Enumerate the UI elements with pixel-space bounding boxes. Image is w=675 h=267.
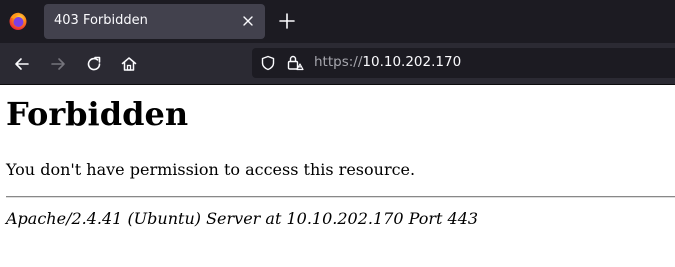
reload-button[interactable]: [81, 51, 107, 77]
close-icon[interactable]: [240, 13, 256, 29]
plus-icon[interactable]: [277, 11, 297, 31]
server-signature: Apache/2.4.41 (Ubuntu) Server at 10.10.2…: [6, 209, 479, 228]
forward-button[interactable]: [45, 51, 71, 77]
tab-title: 403 Forbidden: [54, 13, 148, 28]
navigation-toolbar: https://10.10.202.170: [0, 43, 675, 84]
address-bar[interactable]: https://10.10.202.170: [252, 48, 675, 78]
page-title: Forbidden: [6, 95, 189, 133]
home-icon: [121, 57, 137, 71]
shield-icon[interactable]: [260, 55, 276, 71]
home-button[interactable]: [116, 51, 142, 77]
back-arrow-icon: [15, 58, 29, 70]
error-message: You don't have permission to access this…: [6, 160, 416, 179]
firefox-icon[interactable]: [8, 11, 28, 31]
forward-arrow-icon: [51, 58, 65, 70]
tab-strip: 403 Forbidden: [0, 0, 675, 43]
toolbar-divider: [0, 84, 675, 85]
reload-icon: [87, 56, 101, 71]
back-button[interactable]: [9, 51, 35, 77]
tab-active[interactable]: 403 Forbidden: [44, 4, 265, 39]
lock-warning-icon[interactable]: [286, 54, 304, 72]
horizontal-rule: [6, 196, 675, 198]
url-text[interactable]: https://10.10.202.170: [314, 54, 461, 70]
url-host: 10.10.202.170: [362, 54, 462, 70]
url-scheme: https://: [314, 54, 363, 70]
